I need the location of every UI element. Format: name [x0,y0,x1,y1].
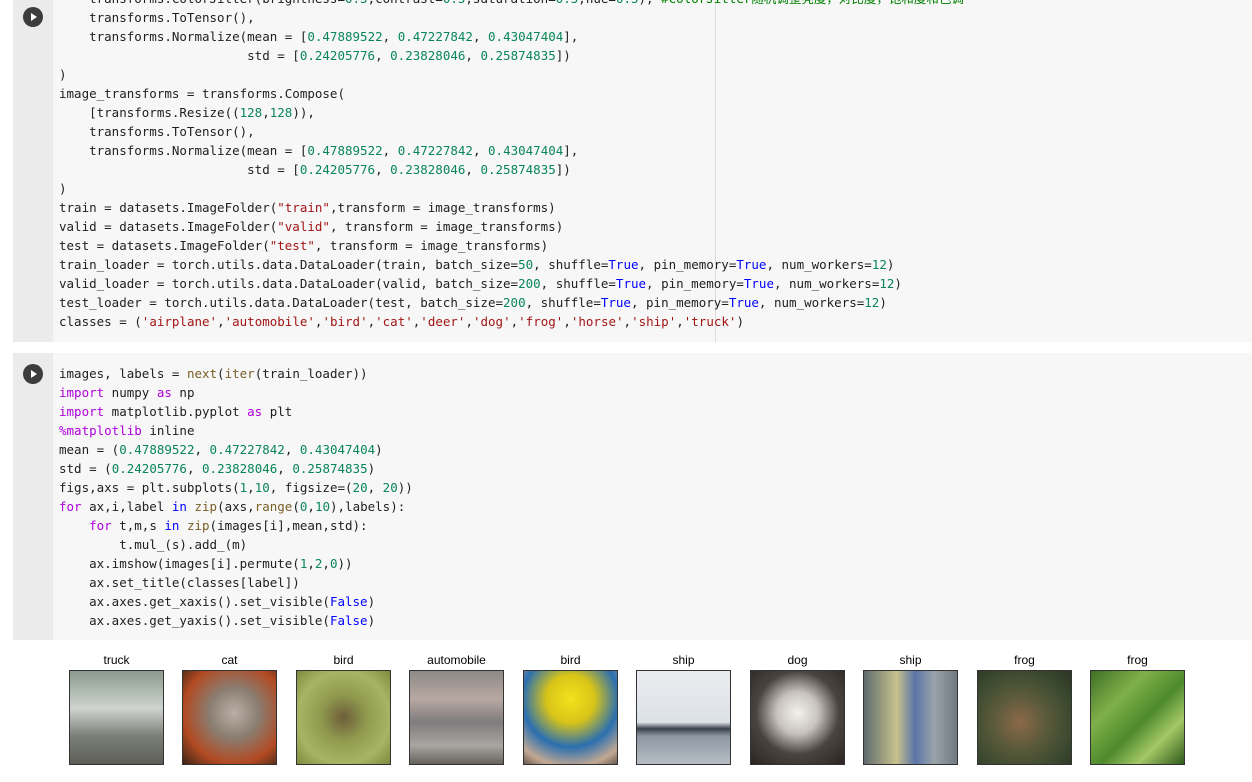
panel-title: dog [787,653,808,667]
image-panel: truck [69,650,164,765]
panel-image [182,670,277,765]
panel-title: ship [899,653,922,667]
panel-image [1090,670,1185,765]
panel-image [296,670,391,765]
image-panel: bird [296,650,391,765]
code-editor[interactable]: transforms.ColorJitter(brightness=0.5,co… [53,0,1252,342]
cell-gutter [13,353,53,640]
image-panel: bird [523,650,618,765]
panel-image [636,670,731,765]
code-editor[interactable]: images, labels = next(iter(train_loader)… [53,353,1252,640]
cell-output: truck cat bird automobile bird ship dog ship fro… [13,640,1252,782]
panel-title: bird [560,653,581,667]
image-panel: frog [977,650,1072,765]
code-text[interactable]: images, labels = next(iter(train_loader)… [59,364,413,630]
panel-title: automobile [427,653,486,667]
panel-image [409,670,504,765]
code-text[interactable]: transforms.ColorJitter(brightness=0.5,co… [59,0,964,331]
cell-gutter [13,0,53,342]
panel-title: frog [1014,653,1035,667]
code-cell-2[interactable]: images, labels = next(iter(train_loader)… [13,353,1252,640]
image-panel: ship [636,650,731,765]
panel-title: frog [1127,653,1148,667]
panel-title: bird [333,653,354,667]
image-panel: dog [750,650,845,765]
panel-image [977,670,1072,765]
panel-image [863,670,958,765]
image-panel: ship [863,650,958,765]
panel-title: ship [672,653,695,667]
image-panel: automobile [409,650,504,765]
panel-title: truck [103,653,130,667]
code-cell-1[interactable]: transforms.ColorJitter(brightness=0.5,co… [13,0,1252,342]
panel-image [750,670,845,765]
image-panel: cat [182,650,277,765]
run-cell-button[interactable] [23,364,43,384]
panel-image [523,670,618,765]
panel-image [69,670,164,765]
panel-title: cat [221,653,238,667]
run-cell-button[interactable] [23,7,43,27]
image-panel: frog [1090,650,1185,765]
